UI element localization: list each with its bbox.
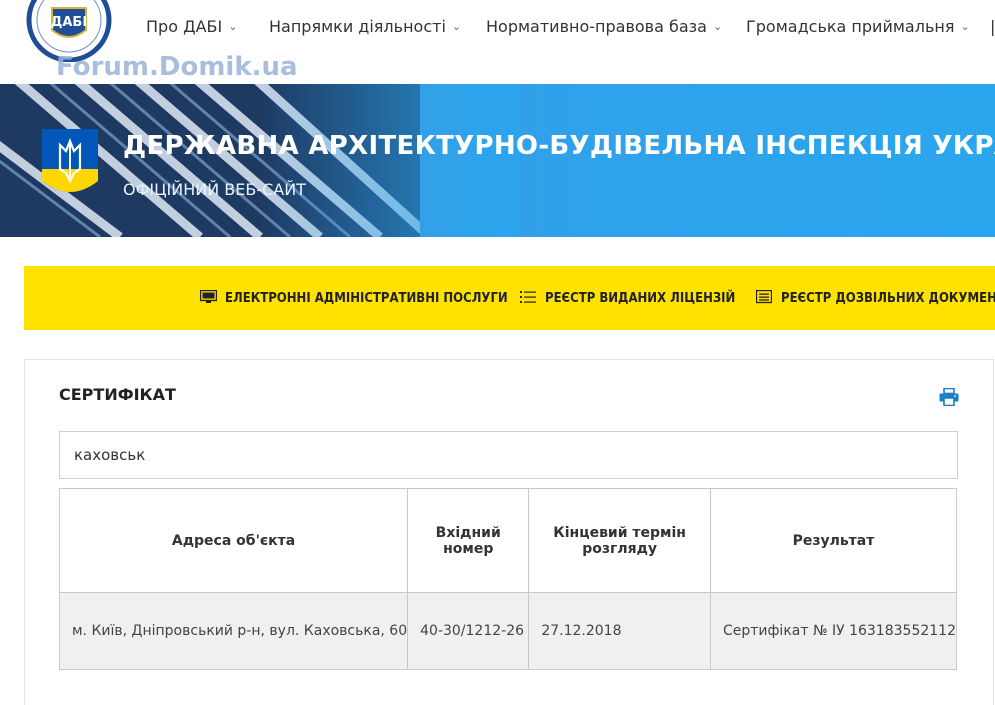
column-header-result: Результат	[709, 488, 958, 593]
document-list-icon	[756, 290, 772, 304]
quicklink-label: РЕЄСТР ДОЗВІЛЬНИХ ДОКУМЕНТІВ	[781, 291, 995, 306]
nav-item-activities[interactable]: Напрямки діяльності ⌄	[269, 17, 461, 36]
column-header-address: Адреса об'єкта	[58, 488, 409, 593]
quicklinks-bar: ЕЛЕКТРОННІ АДМІНІСТРАТИВНІ ПОСЛУГИ РЕЄСТ…	[24, 266, 995, 330]
nav-item-label: Громадська приймальня	[746, 17, 955, 36]
cell-address: м. Київ, Дніпровський р-н, вул. Каховськ…	[58, 592, 409, 670]
nav-item-more[interactable]: |	[990, 17, 995, 36]
top-navigation: ДАБІ Про ДАБІ ⌄ Напрямки діяльності ⌄ Норм…	[0, 0, 995, 84]
watermark: Forum.Domik.ua	[56, 52, 298, 82]
table-header-row: Адреса об'єкта Вхідний номер Кінцевий те…	[58, 488, 958, 593]
site-title: ДЕРЖАВНА АРХІТЕКТУРНО-БУДІВЕЛЬНА ІНСПЕКЦ…	[123, 131, 995, 161]
nav-item-label: Про ДАБІ	[146, 17, 223, 36]
quicklink-label: ЕЛЕКТРОННІ АДМІНІСТРАТИВНІ ПОСЛУГИ	[225, 291, 508, 306]
results-table: Адреса об'єкта Вхідний номер Кінцевий те…	[58, 488, 958, 670]
panel-title: СЕРТИФІКАТ	[59, 385, 176, 404]
print-icon[interactable]	[939, 388, 959, 406]
site-subtitle: ОФІЦІЙНИЙ ВЕБ-САЙТ	[123, 180, 306, 199]
column-header-deadline: Кінцевий термін розгляду	[528, 488, 711, 593]
nav-item-public-reception[interactable]: Громадська приймальня ⌄	[746, 17, 970, 36]
chevron-down-icon: ⌄	[712, 20, 723, 33]
monitor-icon	[200, 290, 217, 303]
nav-item-label: Напрямки діяльності	[269, 17, 446, 36]
logo-text: ДАБІ	[51, 15, 87, 30]
nav-item-legal-base[interactable]: Нормативно-правова база ⌄	[486, 17, 722, 36]
nav-item-about[interactable]: Про ДАБІ ⌄	[146, 17, 237, 36]
cell-incoming-number: 40-30/1212-26	[407, 592, 530, 670]
nav-item-label: Нормативно-правова база	[486, 17, 707, 36]
certificate-panel: СЕРТИФІКАТ каховськ Адреса об'єкта Вхідн…	[24, 359, 994, 705]
list-icon	[520, 291, 536, 303]
column-header-incoming-number: Вхідний номер	[407, 488, 530, 593]
quicklink-label: РЕЄСТР ВИДАНИХ ЛІЦЕНЗІЙ	[545, 291, 736, 306]
cell-result: Сертифікат № ІУ 163183552112	[709, 592, 958, 670]
cell-deadline: 27.12.2018	[528, 592, 711, 670]
chevron-down-icon: ⌄	[451, 20, 462, 33]
chevron-down-icon: ⌄	[960, 20, 970, 33]
table-row: м. Київ, Дніпровський р-н, вул. Каховськ…	[58, 592, 958, 670]
chevron-down-icon: ⌄	[228, 20, 238, 33]
search-input[interactable]: каховськ	[59, 431, 958, 479]
coat-of-arms-icon	[42, 129, 98, 192]
header-banner: ДЕРЖАВНА АРХІТЕКТУРНО-БУДІВЕЛЬНА ІНСПЕКЦ…	[0, 84, 995, 237]
